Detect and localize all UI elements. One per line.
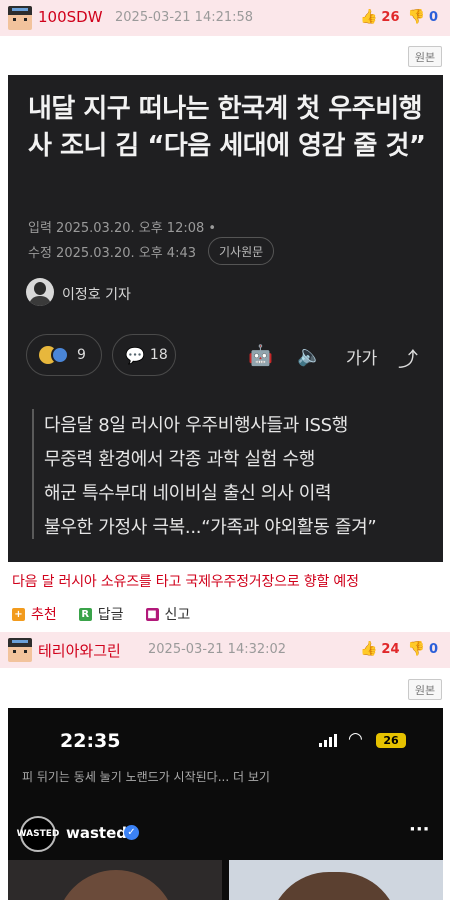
wifi-icon: ◠: [348, 729, 363, 749]
more-dots-icon[interactable]: ···: [409, 819, 430, 840]
downvote-count: 0: [428, 641, 438, 657]
report-button[interactable]: ■ 신고: [145, 604, 191, 624]
timestamp: 2025-03-21 14:21:58: [115, 10, 254, 25]
article-screenshot[interactable]: 내달 지구 떠나는 한국계 첫 우주비행사 조니 김 “다음 세대에 영감 줄 …: [8, 75, 443, 562]
comment-caption: 다음 달 러시아 소유즈를 타고 국제우주정거장으로 향할 예정: [12, 574, 359, 590]
report-label: 신고: [164, 607, 191, 623]
verified-icon: ✓: [124, 825, 139, 840]
thumbs-down-icon[interactable]: 👎: [408, 641, 425, 657]
reporter-name: 이정호 기자: [62, 287, 131, 303]
upvote-count: 24: [381, 641, 400, 657]
report-icon: ■: [145, 607, 159, 621]
bullet-item: 불우한 가정사 극복...“가족과 야외활동 즐겨”: [44, 517, 377, 538]
reaction-count: 9: [77, 347, 86, 363]
reporter-avatar: [26, 278, 54, 306]
source-button[interactable]: 기사원문: [208, 237, 275, 265]
comment-header: 100SDW 2025-03-21 14:21:58 👍 26 👎 0: [0, 0, 450, 36]
comment-bubble-icon: 💬: [125, 345, 145, 365]
battery-indicator: 26: [376, 733, 406, 748]
user-avatar[interactable]: [8, 638, 32, 662]
share-icon[interactable]: ⤴: [398, 343, 418, 372]
comment-actions: + 추천 R 답글 ■ 신고: [12, 604, 212, 624]
user-avatar[interactable]: [8, 6, 32, 30]
thumbs-up-icon[interactable]: 👍: [360, 9, 377, 25]
reply-button[interactable]: R 답글: [78, 604, 124, 624]
reaction-pill[interactable]: 9: [26, 334, 102, 376]
thumbs-up-icon[interactable]: 👍: [360, 641, 377, 657]
article-title: 내달 지구 떠나는 한국계 첫 우주비행사 조니 김 “다음 세대에 영감 줄 …: [28, 94, 426, 161]
signal-icon: [319, 734, 337, 747]
vote-box: 👍 26 👎 0: [360, 9, 438, 25]
original-image-button[interactable]: 원본: [408, 46, 442, 67]
reply-icon: R: [78, 607, 92, 621]
timestamp: 2025-03-21 14:32:02: [148, 642, 287, 657]
speaker-icon[interactable]: 🔈: [297, 343, 322, 367]
account-name: wasted: [66, 824, 127, 842]
bullet-item: 해군 특수부대 네이비실 출신 의사 이력: [44, 483, 332, 504]
recommend-label: 추천: [31, 607, 57, 623]
article-modified: 수정 2025.03.20. 오후 4:43: [28, 246, 196, 261]
phone-screenshot[interactable]: 22:35 ◠ 26 피 뒤기는 동세 눌기 노랜드가 시작된다... 더 보기…: [8, 708, 443, 900]
nickname[interactable]: 100SDW: [38, 8, 103, 26]
status-time: 22:35: [60, 730, 121, 752]
font-size-button[interactable]: 가가: [346, 344, 377, 369]
bullet-item: 무중력 환경에서 각종 과학 실험 수행: [44, 449, 316, 470]
plus-icon: +: [12, 607, 25, 621]
original-image-button[interactable]: 원본: [408, 679, 442, 700]
comment-count: 18: [149, 347, 168, 363]
bullet-bar: [32, 409, 34, 539]
account-logo: WASTED: [17, 816, 59, 852]
reply-label: 답글: [97, 607, 124, 623]
post-photo-left: [8, 860, 222, 900]
upvote-count: 26: [381, 9, 400, 25]
comment-pill[interactable]: 💬 18: [112, 334, 176, 376]
vote-box: 👍 24 👎 0: [360, 641, 438, 657]
recommend-button[interactable]: + 추천: [12, 604, 57, 624]
comment-header: 테리아와그린 2025-03-21 14:32:02 👍 24 👎 0: [0, 632, 450, 668]
nickname[interactable]: 테리아와그린: [38, 640, 121, 661]
post-photo-right: [229, 860, 443, 900]
cut-off-caption: 피 뒤기는 동세 눌기 노랜드가 시작된다... 더 보기: [22, 770, 270, 784]
wow-emoji-icon: [51, 346, 69, 364]
downvote-count: 0: [428, 9, 438, 25]
robot-icon[interactable]: 🤖: [248, 343, 273, 367]
bullet-item: 다음달 8일 러시아 우주비행사들과 ISS행: [44, 415, 348, 436]
article-published: 입력 2025.03.20. 오후 12:08 •: [28, 221, 217, 236]
thumbs-down-icon[interactable]: 👎: [408, 9, 425, 25]
